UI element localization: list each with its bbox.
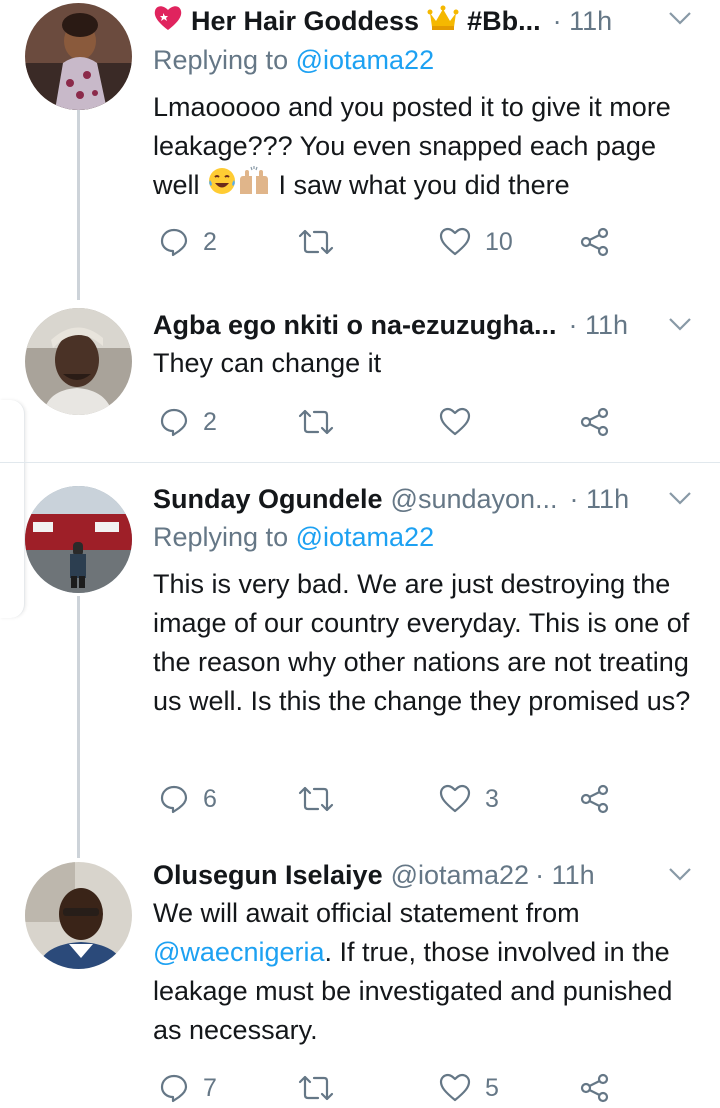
reply-button[interactable]: 6 [159,779,217,819]
retweet-icon [298,409,334,435]
replying-to-handle[interactable]: @iotama22 [296,522,434,552]
replying-to-handle[interactable]: @iotama22 [296,45,434,75]
reply-icon [160,408,188,437]
reply-icon [160,1074,188,1103]
tweet-text-part: I saw what you did there [271,170,570,200]
replying-to: Replying to @iotama22 [153,522,434,553]
share-button[interactable] [579,222,611,262]
display-name[interactable]: Her Hair Goddess [191,6,419,37]
user-handle[interactable]: @sundayon... [391,484,558,515]
like-count: 5 [485,1073,499,1102]
tweet-actions: 6 3 [153,779,633,819]
avatar[interactable] [25,3,132,110]
share-button[interactable] [579,779,611,819]
tweet[interactable]: Her Hair Goddess #Bb... · 11h Replying t… [0,0,720,300]
retweet-button[interactable] [298,222,334,262]
reply-icon [160,785,188,814]
reply-icon [160,228,188,257]
display-name[interactable]: Sunday Ogundele [153,484,383,515]
reply-count: 7 [203,1073,217,1102]
like-icon [439,1073,471,1102]
tweet-text: This is very bad. We are just destroying… [153,569,697,716]
reply-count: 6 [203,784,217,813]
chevron-down-icon[interactable] [666,4,694,32]
tweet-actions: 7 5 [153,1068,633,1108]
share-icon [580,227,609,257]
divider [0,462,720,463]
retweet-button[interactable] [298,779,334,819]
tweet[interactable]: Sunday Ogundele @sundayon... · 11h Reply… [0,480,720,850]
reply-button[interactable]: 7 [159,1068,217,1108]
avatar[interactable] [25,862,132,969]
replying-to-label: Replying to [153,45,289,75]
like-icon [439,407,471,436]
reply-count: 2 [203,227,217,256]
timestamp-value: 11h [551,859,595,890]
tweet-text: We will await official statement from @w… [153,894,698,1050]
avatar[interactable] [25,486,132,593]
user-handle[interactable]: @iotama22 [391,860,529,891]
timestamp-value: 11h [586,483,630,514]
reply-button[interactable]: 2 [159,222,217,262]
tweet-text: They can change it [153,348,382,378]
tweet[interactable]: Olusegun Iselaiye @iotama22 · 11h We wil… [0,856,720,1103]
like-count: 3 [485,784,499,813]
timestamp[interactable]: · 11h [569,310,629,341]
share-icon [580,407,609,437]
timestamp-value: 11h [569,5,613,36]
tweet[interactable]: Agba ego nkiti o na-ezuzugha... · 11h Th… [0,306,720,462]
like-button[interactable]: 10 [439,222,513,262]
share-icon [580,1073,609,1103]
timestamp[interactable]: · 11h [553,6,613,37]
tweet-text-part: We will await official statement from [153,898,588,928]
avatar[interactable] [25,308,132,415]
display-name[interactable]: Olusegun Iselaiye [153,860,383,891]
share-button[interactable] [579,402,611,442]
chevron-down-icon[interactable] [666,860,694,888]
crown-icon [427,5,459,38]
retweet-icon [298,786,334,812]
tears-of-joy-icon [207,166,237,207]
tweet-text: Lmaooooo and you posted it to give it mo… [153,88,708,207]
chevron-down-icon[interactable] [666,310,694,338]
like-button[interactable]: 3 [439,779,499,819]
sparkling-heart-icon [153,4,183,39]
timestamp[interactable]: · 11h [570,484,630,515]
retweet-icon [298,1075,334,1101]
like-icon [439,784,471,813]
retweet-icon [298,229,334,255]
share-button[interactable] [579,1068,611,1108]
like-count: 10 [485,227,513,256]
display-name[interactable]: Agba ego nkiti o na-ezuzugha... [153,310,557,341]
display-name-suffix: #Bb... [467,5,541,36]
replying-to-label: Replying to [153,522,289,552]
retweet-button[interactable] [298,402,334,442]
tweet-actions: 2 10 [153,222,633,262]
retweet-button[interactable] [298,1068,334,1108]
replying-to: Replying to @iotama22 [153,45,434,76]
timestamp[interactable]: · 11h [535,860,595,891]
mention-link[interactable]: @waecnigeria [153,937,325,967]
like-button[interactable]: 5 [439,1068,499,1108]
tweet-actions: 2 [153,402,633,442]
like-icon [439,227,471,256]
share-icon [580,784,609,814]
chevron-down-icon[interactable] [666,484,694,512]
like-button[interactable] [439,402,471,442]
timestamp-value: 11h [585,309,629,340]
reply-button[interactable]: 2 [159,402,217,442]
reply-count: 2 [203,407,217,436]
raised-hands-icon [237,166,271,207]
